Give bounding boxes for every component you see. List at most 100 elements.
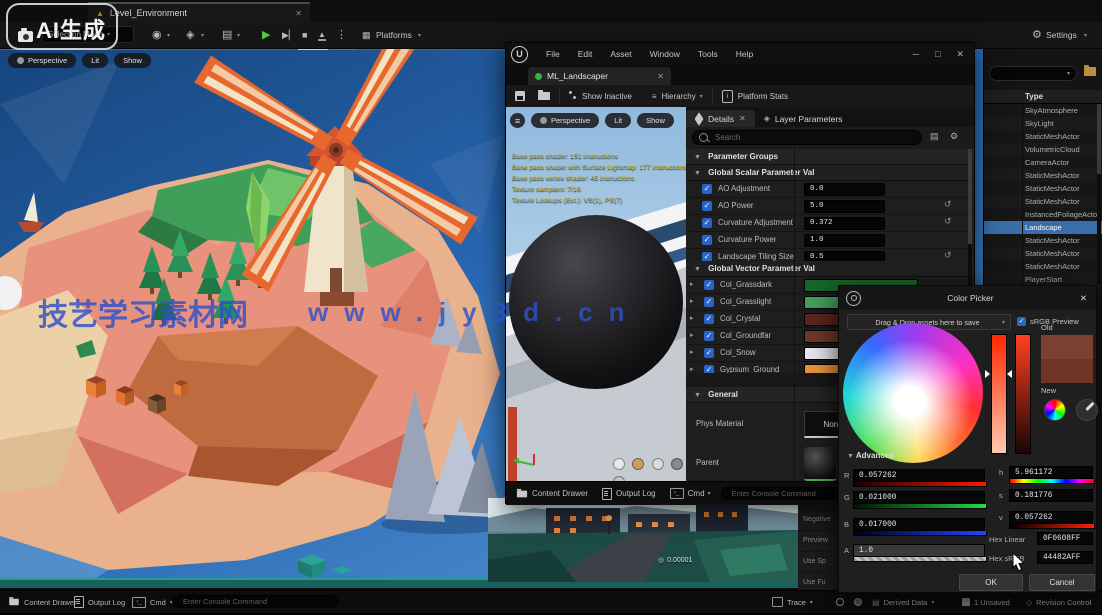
outliner-row[interactable]: StaticMeshActor — [984, 247, 1102, 260]
channel-gradient-B[interactable] — [853, 531, 987, 536]
mw-cmd[interactable]: Cmd — [688, 489, 705, 498]
outliner-row[interactable]: StaticMeshActor — [984, 260, 1102, 273]
outliner-row[interactable]: StaticMeshActor — [984, 195, 1102, 208]
revision-control-button[interactable]: ◇ Revision Control — [1026, 591, 1091, 613]
outliner-scrollbar[interactable] — [1097, 104, 1101, 284]
shape-cylinder-button[interactable] — [613, 458, 625, 470]
param-checkbox[interactable]: ✓ — [704, 297, 714, 307]
outliner-row[interactable]: StaticMeshActor — [984, 182, 1102, 195]
picker-title-bar[interactable]: Color Picker ✕ — [839, 286, 1096, 310]
channel-gradient-H[interactable] — [1009, 479, 1095, 484]
expand-arrow-icon[interactable]: ▸ — [690, 345, 694, 361]
settings-label[interactable]: Settings — [1046, 30, 1077, 40]
outliner-row[interactable]: VolumetricCloud — [984, 143, 1102, 156]
param-checkbox[interactable]: ✓ — [702, 184, 712, 194]
step-forward-button[interactable]: ▶▏ — [282, 28, 296, 42]
outliner-row[interactable]: StaticMeshActor — [984, 169, 1102, 182]
mw-title-bar[interactable]: U FileEditAssetWindowToolsHelp ─ □ ✕ — [506, 43, 974, 65]
menu-edit[interactable]: Edit — [578, 49, 593, 59]
hamburger-menu-icon[interactable]: ≡ — [510, 113, 525, 128]
channel-gradient-R[interactable] — [853, 482, 987, 487]
expand-arrow-icon[interactable]: ▸ — [690, 328, 694, 344]
tab-close-icon[interactable]: ✕ — [295, 9, 302, 18]
group-global-scalar[interactable]: ▼ Global Scalar Parameter Val — [686, 165, 974, 181]
derived-data-dropdown[interactable]: ▤ Derived Data ▾ — [872, 591, 934, 613]
mw-pill-show[interactable]: Show — [637, 113, 674, 128]
show-inactive-icon[interactable] — [569, 91, 577, 101]
unsaved-button[interactable]: 1 Unsaved — [962, 591, 1010, 613]
hierarchy-label[interactable]: Hierarchy — [661, 92, 695, 101]
hierarchy-icon[interactable]: ≡ — [652, 92, 657, 101]
channel-gradient-V[interactable] — [1009, 524, 1095, 529]
content-drawer-button[interactable]: Content Drawer — [8, 591, 77, 613]
outliner-filter-dropdown[interactable]: ▾ — [989, 66, 1077, 81]
play-button[interactable]: ▶ — [262, 28, 270, 42]
menu-window[interactable]: Window — [650, 49, 680, 59]
param-checkbox[interactable]: ✓ — [704, 314, 714, 324]
folder-icon[interactable] — [1084, 67, 1096, 76]
channel-field-V[interactable]: 0.057262 — [1009, 511, 1093, 524]
level-tab[interactable]: ▲ Level_Environment ✕ — [88, 2, 310, 22]
add-actor-icon[interactable]: ◉ — [152, 28, 162, 42]
channel-field-R[interactable]: 0.057262 — [853, 469, 985, 482]
param-value-field[interactable]: 0.0 — [804, 183, 885, 196]
kebab-menu-icon[interactable]: ⋮ — [336, 28, 347, 42]
slider-handle-right[interactable] — [1007, 370, 1012, 378]
tab-details[interactable]: Details ✕ — [686, 110, 755, 127]
param-checkbox[interactable]: ✓ — [702, 201, 712, 211]
param-value-field[interactable]: 1.0 — [804, 234, 885, 247]
platforms-label[interactable]: Platforms — [376, 30, 412, 40]
trace-dropdown[interactable]: Trace ▾ — [772, 591, 813, 613]
gear-icon[interactable]: ⚙ — [1032, 28, 1042, 42]
shape-plane-button[interactable] — [652, 458, 664, 470]
minimize-button[interactable]: ─ — [913, 49, 919, 60]
maximize-button[interactable]: □ — [935, 49, 940, 60]
show-inactive-label[interactable]: Show Inactive — [582, 92, 632, 101]
outliner-row[interactable]: Landscape — [984, 221, 1102, 234]
platform-stats-icon[interactable]: i — [722, 90, 733, 103]
channel-field-A[interactable]: 1.0 — [853, 544, 985, 557]
status-icon-1[interactable] — [836, 591, 844, 613]
close-icon[interactable]: ✕ — [1080, 293, 1087, 304]
ok-button[interactable]: OK — [959, 574, 1023, 591]
eyedropper-button[interactable] — [1076, 399, 1098, 421]
gear-icon[interactable]: ⚙ — [950, 131, 958, 142]
reset-to-default-icon[interactable]: ↺ — [944, 199, 952, 210]
channel-gradient-G[interactable] — [853, 504, 987, 509]
color-wheel[interactable] — [843, 323, 983, 463]
view-options-icon[interactable]: ▤ — [930, 131, 939, 142]
mw-content-drawer[interactable]: Content Drawer — [532, 489, 588, 498]
param-value-field[interactable]: 0.372 — [804, 217, 885, 230]
channel-gradient-A[interactable] — [853, 557, 987, 562]
mw-asset-tab[interactable]: ML_Landscaper ✕ — [528, 67, 671, 85]
stop-button[interactable]: ■ — [302, 28, 307, 42]
group-global-vector[interactable]: ▼ Global Vector Parameter Val — [686, 261, 974, 277]
tab-layer-parameters[interactable]: ◈ Layer Parameters — [755, 110, 852, 127]
wheel-mode-button[interactable] — [1044, 399, 1066, 421]
mw-output-log[interactable]: Output Log — [616, 489, 656, 498]
group-parameter-groups[interactable]: ▼ Parameter Groups — [686, 149, 974, 165]
chevron-down-icon[interactable]: ▾ — [237, 32, 240, 39]
param-checkbox[interactable]: ✓ — [704, 331, 714, 341]
cancel-button[interactable]: Cancel — [1029, 574, 1095, 591]
menu-asset[interactable]: Asset — [610, 49, 631, 59]
output-log-icon[interactable] — [602, 488, 612, 500]
reset-to-default-icon[interactable]: ↺ — [944, 216, 952, 227]
outliner-row[interactable]: InstancedFoliageActor — [984, 208, 1102, 221]
details-search-input[interactable] — [713, 132, 915, 143]
channel-field-G[interactable]: 0.021000 — [853, 491, 985, 504]
param-checkbox[interactable]: ✓ — [704, 280, 714, 290]
console-input[interactable] — [181, 596, 329, 607]
expand-arrow-icon[interactable]: ▸ — [690, 311, 694, 327]
pill-lit[interactable]: Lit — [82, 53, 108, 68]
param-checkbox[interactable]: ✓ — [702, 235, 712, 245]
content-drawer-icon[interactable] — [517, 490, 527, 497]
menu-file[interactable]: File — [546, 49, 560, 59]
param-checkbox[interactable]: ✓ — [702, 218, 712, 228]
mw-pill-perspective[interactable]: Perspective — [531, 113, 599, 128]
platform-stats-label[interactable]: Platform Stats — [738, 92, 788, 101]
status-icon-2[interactable] — [854, 591, 862, 613]
save-icon[interactable] — [515, 91, 525, 101]
outliner-type-header[interactable]: Type — [984, 90, 1102, 104]
pill-perspective[interactable]: Perspective — [8, 53, 76, 68]
